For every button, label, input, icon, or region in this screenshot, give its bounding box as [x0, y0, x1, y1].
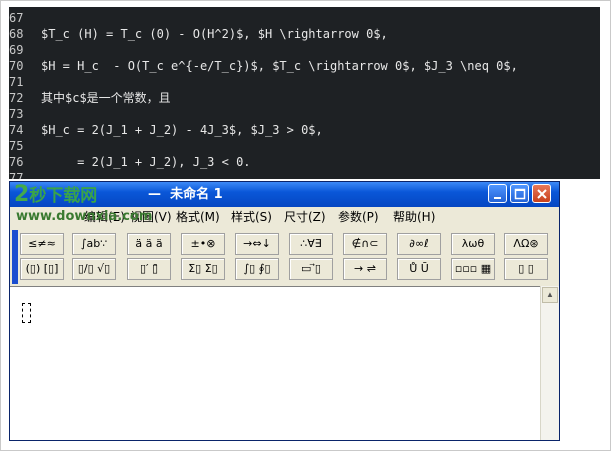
code-line: 68 $T_c (H) = T_c (0) - O(H^2)$, $H \righ… [9, 26, 388, 42]
window-title: — 未命名 1 [148, 187, 223, 202]
menu-style[interactable]: 样式(S) [231, 207, 272, 227]
menu-help[interactable]: 帮助(H) [393, 207, 435, 227]
code-line: 77 [9, 170, 41, 179]
line-number: 71 [9, 75, 24, 89]
line-text: $H = H_c - O(T_c e^{-e/T_c})$, $T_c \rig… [41, 59, 518, 73]
spaces-palette-icon[interactable]: ∫ab∵ [72, 233, 116, 255]
line-number: 72 [9, 91, 24, 105]
sets-palette-icon[interactable]: ∉∩⊂ [343, 233, 387, 255]
maximize-icon [514, 188, 526, 200]
empty-slot[interactable] [22, 303, 31, 323]
line-number: 77 [9, 171, 24, 179]
scroll-up-button[interactable]: ▲ [542, 287, 558, 303]
line-text: = 2(J_1 + J_2), J_3 < 0. [41, 155, 251, 169]
underbars-overbars-palette-icon[interactable]: ▭ ⃗▯ [289, 258, 333, 280]
fractions-radicals-palette-icon[interactable]: ▯/▯ √▯ [72, 258, 116, 280]
code-line: 72 其中$c$是一个常数，且 [9, 90, 171, 106]
line-text: 其中$c$是一个常数，且 [41, 91, 171, 105]
watermark-url: www.downxia.com [16, 209, 153, 224]
line-number: 69 [9, 43, 24, 57]
equation-area[interactable] [10, 286, 540, 440]
templates-palette-icon[interactable]: ▯ ▯ [504, 258, 548, 280]
chevron-up-icon: ▲ [546, 290, 554, 299]
arrows-palette-icon[interactable]: →⇔↓ [235, 233, 279, 255]
line-text: $T_c (H) = T_c (0) - O(H^2)$, $H \righta… [41, 27, 388, 41]
code-editor[interactable]: 67 68 $T_c (H) = T_c (0) - O(H^2)$, $H \r… [9, 7, 600, 179]
code-line: 73 [9, 106, 41, 122]
line-number: 70 [9, 59, 24, 73]
line-number: 67 [9, 11, 24, 25]
summation-palette-icon[interactable]: Σ▯ Σ▯ [181, 258, 225, 280]
symbol-toolbar: ≤≠≈ ∫ab∵ ä ä ä ±•⊗ →⇔↓ ∴∀∃ ∉∩⊂ ∂∞ℓ λωθ Λ… [12, 230, 557, 284]
code-line: 70 $H = H_c - O(T_c e^{-e/T_c})$, $T_c \r… [9, 58, 518, 74]
line-number: 76 [9, 155, 24, 169]
maximize-button[interactable] [510, 184, 529, 203]
greek-upper-palette-icon[interactable]: ΛΩ⊛ [504, 233, 548, 255]
watermark-logo: 2秒下载网 [14, 182, 98, 207]
line-number: 68 [9, 27, 24, 41]
screenshot-frame: 67 68 $T_c (H) = T_c (0) - O(H^2)$, $H \r… [0, 0, 611, 451]
line-number: 73 [9, 107, 24, 121]
toolbar-grip[interactable] [12, 230, 18, 284]
minimize-button[interactable] [488, 184, 507, 203]
close-icon [537, 189, 547, 199]
code-line: 76 = 2(J_1 + J_2), J_3 < 0. [9, 154, 251, 170]
greek-lower-palette-icon[interactable]: λωθ [451, 233, 495, 255]
line-text: $H_c = 2(J_1 + J_2) - 4J_3$, $J_3 > 0$, [41, 123, 323, 137]
products-palette-icon[interactable]: Ů Ū [397, 258, 441, 280]
labeled-arrows-palette-icon[interactable]: → ⇌ [343, 258, 387, 280]
code-line: 71 [9, 74, 41, 90]
code-line: 69 [9, 42, 41, 58]
matrices-palette-icon[interactable]: ▫▫▫ ▦ [451, 258, 495, 280]
line-number: 75 [9, 139, 24, 153]
code-line: 67 [9, 10, 41, 26]
relations-palette-icon[interactable]: ≤≠≈ [20, 233, 64, 255]
embellishments-palette-icon[interactable]: ä ä ä [127, 233, 171, 255]
logic-palette-icon[interactable]: ∴∀∃ [289, 233, 333, 255]
math-editor-window: 2秒下载网 — 未命名 1 编辑(E) 视图(V) 格式(M) 样式(S) 尺寸… [9, 181, 560, 441]
menu-format[interactable]: 格式(M) [176, 207, 220, 227]
scripts-palette-icon[interactable]: ▯′ ▯̄ [127, 258, 171, 280]
title-bar[interactable]: 2秒下载网 — 未命名 1 [10, 182, 559, 207]
close-button[interactable] [532, 184, 551, 203]
misc-symbols-palette-icon[interactable]: ∂∞ℓ [397, 233, 441, 255]
operators-palette-icon[interactable]: ±•⊗ [181, 233, 225, 255]
vertical-scrollbar[interactable]: ▲ [540, 286, 559, 440]
integrals-palette-icon[interactable]: ∫▯ ∮▯ [235, 258, 279, 280]
fences-palette-icon[interactable]: (▯) [▯] [20, 258, 64, 280]
minimize-icon [494, 197, 501, 199]
code-line: 74 $H_c = 2(J_1 + J_2) - 4J_3$, $J_3 > 0$… [9, 122, 323, 138]
menu-size[interactable]: 尺寸(Z) [284, 207, 326, 227]
code-line: 75 [9, 138, 41, 154]
menu-params[interactable]: 参数(P) [338, 207, 379, 227]
line-number: 74 [9, 123, 24, 137]
